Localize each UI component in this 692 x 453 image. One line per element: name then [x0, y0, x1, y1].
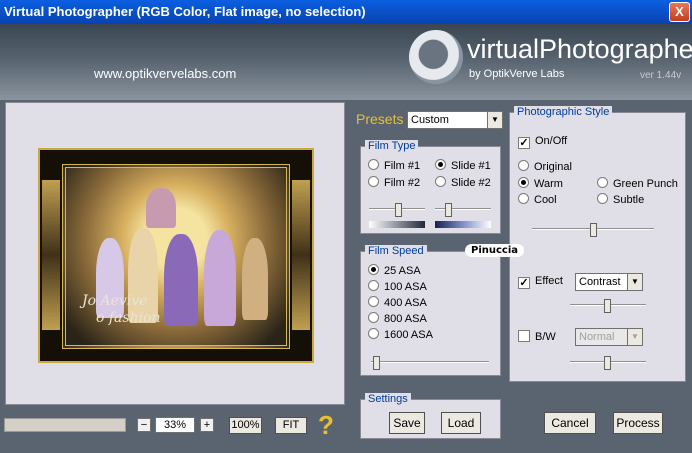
logo-byline: by OptikVerve Labs: [469, 68, 565, 80]
style-option[interactable]: Green Punch: [597, 177, 678, 190]
checkmark-icon: ✓: [518, 277, 530, 289]
radio-checked-icon: [368, 264, 379, 275]
checkbox-icon: [518, 330, 530, 342]
style-onoff-checkbox[interactable]: ✓ On/Off: [518, 135, 567, 149]
cancel-button[interactable]: Cancel: [544, 412, 596, 434]
film-slider-1[interactable]: [369, 203, 425, 217]
radio-icon: [518, 193, 529, 204]
bw-dropdown[interactable]: Normal ▼: [575, 328, 643, 346]
bw-selected: Normal: [579, 331, 615, 343]
radio-icon: [518, 160, 529, 171]
radio-checked-icon: [518, 177, 529, 188]
progress-bar: [4, 418, 126, 432]
radio-icon: [368, 312, 379, 323]
preview-photo: Jo Aevive o fashion: [38, 148, 314, 363]
close-button[interactable]: X: [669, 2, 690, 22]
film-speed-slider[interactable]: [371, 356, 489, 370]
chevron-down-icon: ▼: [627, 329, 642, 345]
film-speed-title: Film Speed: [365, 245, 427, 257]
style-option[interactable]: Warm: [518, 177, 563, 190]
website-link[interactable]: www.optikvervelabs.com: [94, 66, 236, 81]
photo-caption-line2: o fashion: [96, 310, 161, 326]
film-speed-option[interactable]: 100 ASA: [368, 280, 427, 293]
style-option[interactable]: Cool: [518, 193, 557, 206]
radio-icon: [597, 177, 608, 188]
photographic-style-title: Photographic Style: [514, 106, 613, 118]
zoom-100-button[interactable]: 100%: [229, 417, 262, 434]
photo-caption-line1: Jo Aevive: [82, 293, 148, 309]
effect-selected: Contrast: [579, 276, 621, 288]
style-option[interactable]: Original: [518, 160, 572, 173]
zoom-level-field[interactable]: 33%: [155, 417, 195, 433]
help-icon[interactable]: ?: [318, 410, 334, 441]
film-speed-option[interactable]: 25 ASA: [368, 264, 421, 277]
film-speed-panel: Film Speed 25 ASA 100 ASA 400 ASA 800 AS…: [360, 245, 501, 376]
film-type-option[interactable]: Film #2: [368, 176, 420, 189]
settings-panel: Settings Save Load: [360, 393, 501, 439]
effect-checkbox[interactable]: ✓ Effect: [518, 275, 563, 289]
photographic-style-panel: Photographic Style ✓ On/Off Original Warm…: [509, 106, 686, 382]
zoom-fit-button[interactable]: FIT: [275, 417, 307, 434]
film-speed-option[interactable]: 400 ASA: [368, 296, 427, 309]
radio-icon: [368, 176, 379, 187]
window-title-bar: Virtual Photographer (RGB Color, Flat im…: [0, 0, 692, 24]
radio-icon: [368, 296, 379, 307]
chevron-down-icon: ▼: [487, 112, 502, 128]
bw-checkbox[interactable]: B/W: [518, 330, 556, 343]
process-button[interactable]: Process: [613, 412, 663, 434]
checkmark-icon: ✓: [518, 137, 530, 149]
film-type-option[interactable]: Slide #1: [435, 159, 491, 172]
radio-icon: [368, 159, 379, 170]
effect-slider[interactable]: [570, 299, 646, 313]
film-slider-2[interactable]: [435, 203, 491, 217]
slide-gradient-bar: [435, 221, 491, 228]
logo-icon: [409, 30, 463, 84]
logo-text: virtualPhotographer: [467, 34, 692, 64]
style-option[interactable]: Subtle: [597, 193, 644, 206]
film-type-title: Film Type: [365, 140, 419, 152]
effect-dropdown[interactable]: Contrast ▼: [575, 273, 643, 291]
presets-label: Presets: [356, 111, 404, 127]
save-button[interactable]: Save: [389, 412, 425, 434]
style-intensity-slider[interactable]: [532, 223, 654, 237]
film-type-option[interactable]: Film #1: [368, 159, 420, 172]
radio-icon: [368, 328, 379, 339]
radio-icon: [368, 280, 379, 291]
chevron-down-icon: ▼: [627, 274, 642, 290]
window-title: Virtual Photographer (RGB Color, Flat im…: [4, 4, 366, 19]
watermark-label: Pinuccia: [465, 244, 525, 257]
presets-selected: Custom: [411, 114, 449, 126]
radio-icon: [435, 176, 446, 187]
app-header: www.optikvervelabs.com virtualPhotograph…: [0, 24, 692, 100]
radio-icon: [597, 193, 608, 204]
presets-dropdown[interactable]: Custom ▼: [407, 111, 503, 129]
version-label: ver 1.44v: [640, 70, 682, 81]
film-speed-option[interactable]: 800 ASA: [368, 312, 427, 325]
film-speed-option[interactable]: 1600 ASA: [368, 328, 433, 341]
settings-title: Settings: [365, 393, 411, 405]
film-type-option[interactable]: Slide #2: [435, 176, 491, 189]
bw-slider[interactable]: [570, 356, 646, 370]
radio-checked-icon: [435, 159, 446, 170]
zoom-out-button[interactable]: −: [137, 418, 151, 432]
image-preview[interactable]: Jo Aevive o fashion: [5, 102, 345, 405]
zoom-in-button[interactable]: +: [200, 418, 214, 432]
film-type-panel: Film Type Film #1 Slide #1 Film #2 Slide…: [360, 140, 501, 234]
load-button[interactable]: Load: [441, 412, 481, 434]
film-gradient-bar: [369, 221, 425, 228]
